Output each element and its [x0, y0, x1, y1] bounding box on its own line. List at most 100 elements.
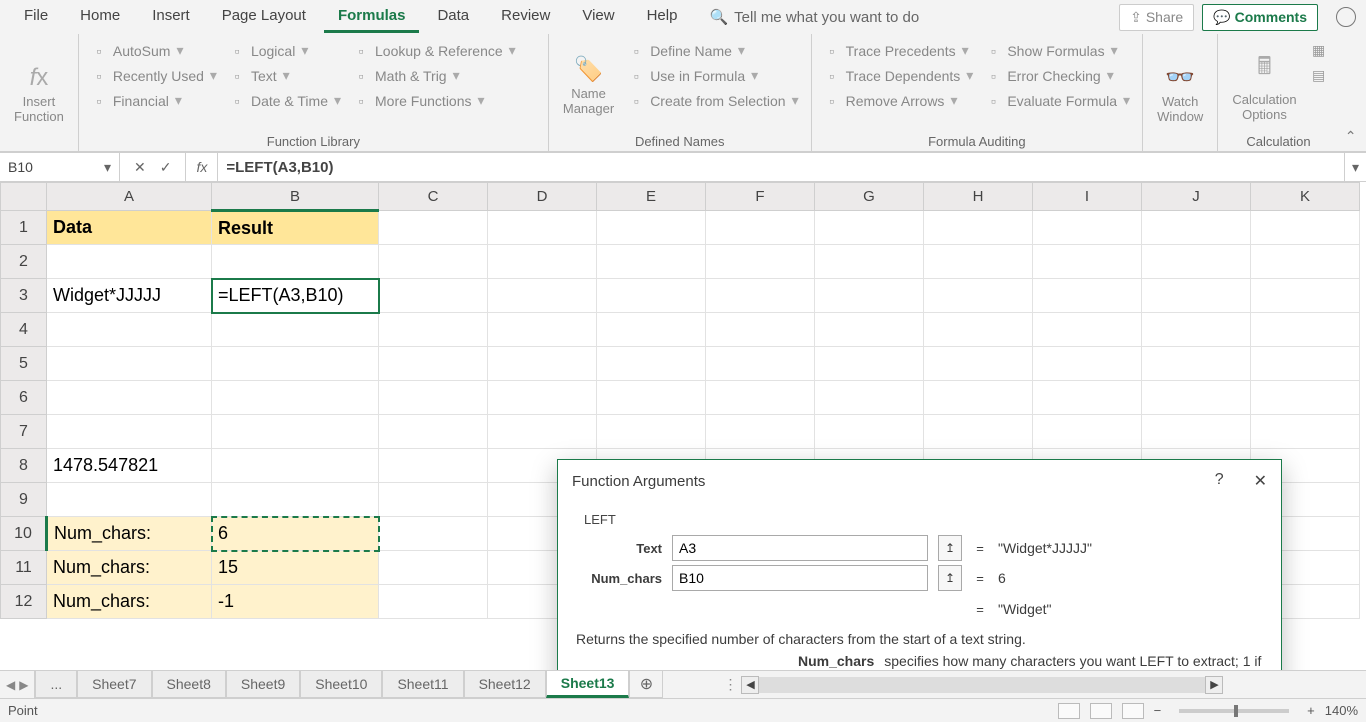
sheet-tab-sheet8[interactable]: Sheet8	[152, 671, 226, 698]
cell-I6[interactable]	[1033, 381, 1142, 415]
menu-tab-help[interactable]: Help	[633, 1, 692, 33]
menu-tab-review[interactable]: Review	[487, 1, 564, 33]
financial-button[interactable]: ▫Financial ▾	[87, 90, 221, 111]
zoom-out-button[interactable]: −	[1154, 703, 1162, 718]
chevron-down-icon[interactable]: ▾	[104, 159, 111, 176]
menu-tab-formulas[interactable]: Formulas	[324, 1, 420, 33]
row-header-9[interactable]: 9	[1, 483, 47, 517]
select-all-corner[interactable]	[1, 183, 47, 211]
sheet-nav[interactable]: ◀▶	[0, 671, 35, 698]
logical-button[interactable]: ▫Logical ▾	[225, 40, 345, 61]
cell-D4[interactable]	[488, 313, 597, 347]
cell-C10[interactable]	[379, 517, 488, 551]
row-header-4[interactable]: 4	[1, 313, 47, 347]
cell-F1[interactable]	[706, 211, 815, 245]
cell-J5[interactable]	[1142, 347, 1251, 381]
cell-A2[interactable]	[47, 245, 212, 279]
math-trig-button[interactable]: ▫Math & Trig ▾	[349, 65, 520, 86]
cell-J7[interactable]	[1142, 415, 1251, 449]
cell-F5[interactable]	[706, 347, 815, 381]
row-header-12[interactable]: 12	[1, 585, 47, 619]
cell-C12[interactable]	[379, 585, 488, 619]
column-header-G[interactable]: G	[815, 183, 924, 211]
expand-formula-bar[interactable]: ▾	[1344, 153, 1366, 181]
cell-K7[interactable]	[1251, 415, 1360, 449]
sheet-tab-sheet7[interactable]: Sheet7	[77, 671, 151, 698]
cell-I3[interactable]	[1033, 279, 1142, 313]
trace-precedents-button[interactable]: ▫Trace Precedents ▾	[820, 40, 978, 61]
cell-I7[interactable]	[1033, 415, 1142, 449]
worksheet-area[interactable]: ABCDEFGHIJK1DataResult23Widget*JJJJJ=LEF…	[0, 182, 1366, 670]
cell-I4[interactable]	[1033, 313, 1142, 347]
cell-B10[interactable]: 6	[212, 517, 379, 551]
column-header-C[interactable]: C	[379, 183, 488, 211]
sheet-tab-sheet12[interactable]: Sheet12	[464, 671, 546, 698]
column-header-D[interactable]: D	[488, 183, 597, 211]
create-from-selection-button[interactable]: ▫Create from Selection ▾	[624, 90, 802, 111]
cell-C6[interactable]	[379, 381, 488, 415]
cell-B4[interactable]	[212, 313, 379, 347]
cell-B2[interactable]	[212, 245, 379, 279]
define-name-button[interactable]: ▫Define Name ▾	[624, 40, 802, 61]
cell-B6[interactable]	[212, 381, 379, 415]
zoom-slider[interactable]	[1179, 709, 1289, 713]
cell-B9[interactable]	[212, 483, 379, 517]
cell-C11[interactable]	[379, 551, 488, 585]
cell-I5[interactable]	[1033, 347, 1142, 381]
column-header-I[interactable]: I	[1033, 183, 1142, 211]
cell-K6[interactable]	[1251, 381, 1360, 415]
page-layout-view-button[interactable]	[1090, 703, 1112, 719]
cell-D6[interactable]	[488, 381, 597, 415]
row-header-2[interactable]: 2	[1, 245, 47, 279]
cell-A3[interactable]: Widget*JJJJJ	[47, 279, 212, 313]
cell-A6[interactable]	[47, 381, 212, 415]
column-header-F[interactable]: F	[706, 183, 815, 211]
column-header-B[interactable]: B	[212, 183, 379, 211]
cell-G7[interactable]	[815, 415, 924, 449]
share-button[interactable]: ⇪Share	[1119, 4, 1194, 31]
normal-view-button[interactable]	[1058, 703, 1080, 719]
cell-D5[interactable]	[488, 347, 597, 381]
cell-A12[interactable]: Num_chars:	[47, 585, 212, 619]
tell-me-search[interactable]: 🔍 Tell me what you want to do	[709, 8, 919, 26]
column-header-K[interactable]: K	[1251, 183, 1360, 211]
collapse-dialog-icon[interactable]: ↥	[938, 535, 962, 561]
nav-prev-icon[interactable]: ◀	[6, 678, 15, 692]
column-header-E[interactable]: E	[597, 183, 706, 211]
feedback-icon[interactable]	[1336, 7, 1356, 27]
cell-E4[interactable]	[597, 313, 706, 347]
accept-formula-button[interactable]: ✓	[160, 159, 172, 176]
sheet-tab-overflow[interactable]: ...	[35, 671, 77, 698]
menu-tab-page-layout[interactable]: Page Layout	[208, 1, 320, 33]
menu-tab-data[interactable]: Data	[423, 1, 483, 33]
error-checking-button[interactable]: ▫Error Checking ▾	[981, 65, 1134, 86]
fx-label[interactable]: fx	[186, 153, 218, 181]
cell-G6[interactable]	[815, 381, 924, 415]
calc-now-button[interactable]: ▦	[1307, 40, 1331, 61]
tab-split-handle[interactable]: ⋮	[723, 676, 737, 693]
cell-F7[interactable]	[706, 415, 815, 449]
sheet-tab-sheet13[interactable]: Sheet13	[546, 671, 630, 698]
cell-C9[interactable]	[379, 483, 488, 517]
more-functions-button[interactable]: ▫More Functions ▾	[349, 90, 520, 111]
menu-tab-file[interactable]: File	[10, 1, 62, 33]
cell-K5[interactable]	[1251, 347, 1360, 381]
menu-tab-view[interactable]: View	[568, 1, 628, 33]
cell-J3[interactable]	[1142, 279, 1251, 313]
close-icon[interactable]: ✕	[1254, 471, 1267, 491]
cell-C4[interactable]	[379, 313, 488, 347]
cell-A9[interactable]	[47, 483, 212, 517]
row-header-1[interactable]: 1	[1, 211, 47, 245]
calc-sheet-button[interactable]: ▤	[1307, 65, 1331, 86]
evaluate-formula-button[interactable]: ▫Evaluate Formula ▾	[981, 90, 1134, 111]
remove-arrows-button[interactable]: ▫Remove Arrows ▾	[820, 90, 978, 111]
cell-J2[interactable]	[1142, 245, 1251, 279]
cell-D7[interactable]	[488, 415, 597, 449]
cell-E7[interactable]	[597, 415, 706, 449]
cell-E3[interactable]	[597, 279, 706, 313]
cell-G5[interactable]	[815, 347, 924, 381]
cell-K2[interactable]	[1251, 245, 1360, 279]
cell-H4[interactable]	[924, 313, 1033, 347]
horizontal-scrollbar[interactable]: ◀ ▶	[737, 671, 1227, 698]
formula-input[interactable]: =LEFT(A3,B10)	[218, 153, 1344, 181]
